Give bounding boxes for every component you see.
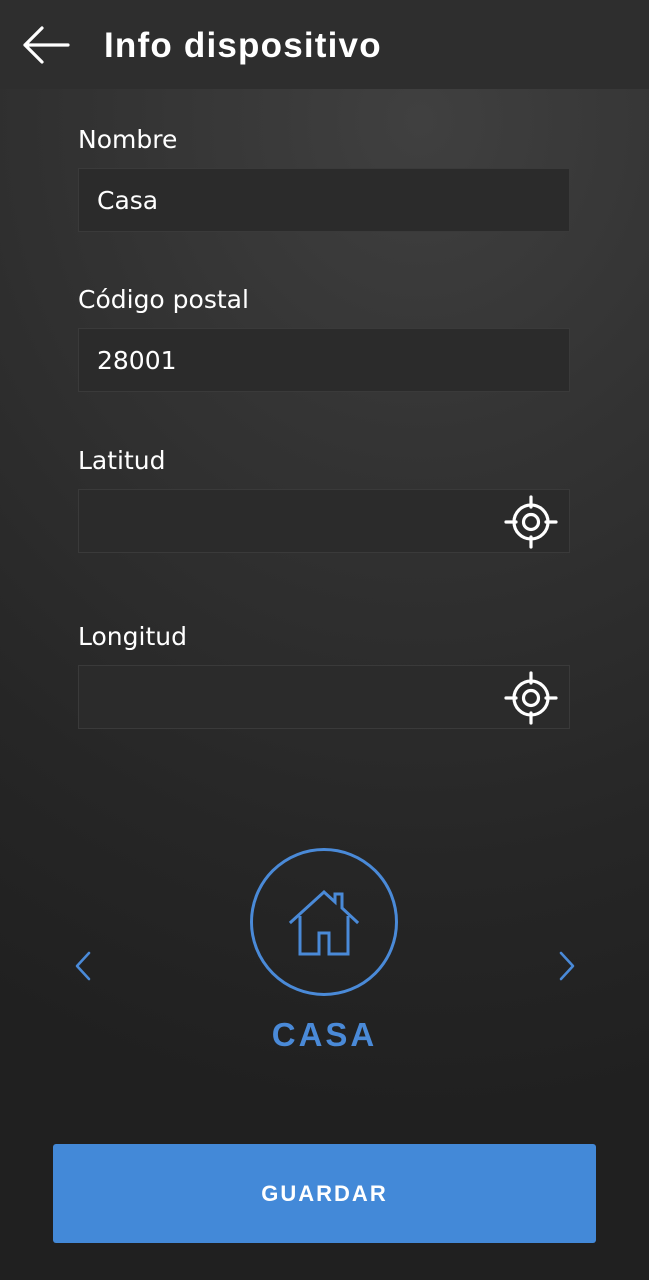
chevron-left-icon — [75, 951, 91, 981]
save-button[interactable]: GUARDAR — [53, 1144, 596, 1243]
page-title: Info dispositivo — [104, 26, 382, 65]
device-type-selector[interactable] — [250, 848, 398, 996]
longitud-label: Longitud — [78, 622, 187, 651]
arrow-left-icon — [23, 26, 70, 64]
latitud-label: Latitud — [78, 446, 166, 475]
chevron-right-icon — [559, 951, 575, 981]
codigo-postal-input[interactable] — [79, 329, 569, 391]
longitud-input[interactable] — [79, 666, 569, 728]
crosshair-locate-icon — [504, 671, 558, 725]
device-type-label: CASA — [271, 1016, 378, 1053]
nombre-label: Nombre — [78, 125, 178, 154]
next-type-button[interactable] — [552, 944, 582, 988]
longitud-locate-button[interactable] — [503, 670, 559, 726]
nombre-field-box — [78, 168, 570, 232]
codigo-postal-label: Código postal — [78, 285, 249, 314]
longitud-field-box — [78, 665, 570, 729]
app-bar: Info dispositivo — [0, 0, 649, 89]
latitud-input[interactable] — [79, 490, 569, 552]
latitud-locate-button[interactable] — [503, 494, 559, 550]
codigo-postal-field-box — [78, 328, 570, 392]
prev-type-button[interactable] — [68, 944, 98, 988]
nombre-input[interactable] — [79, 169, 569, 231]
back-button[interactable] — [20, 18, 80, 72]
crosshair-locate-icon — [504, 495, 558, 549]
house-icon — [288, 889, 360, 956]
latitud-field-box — [78, 489, 570, 553]
